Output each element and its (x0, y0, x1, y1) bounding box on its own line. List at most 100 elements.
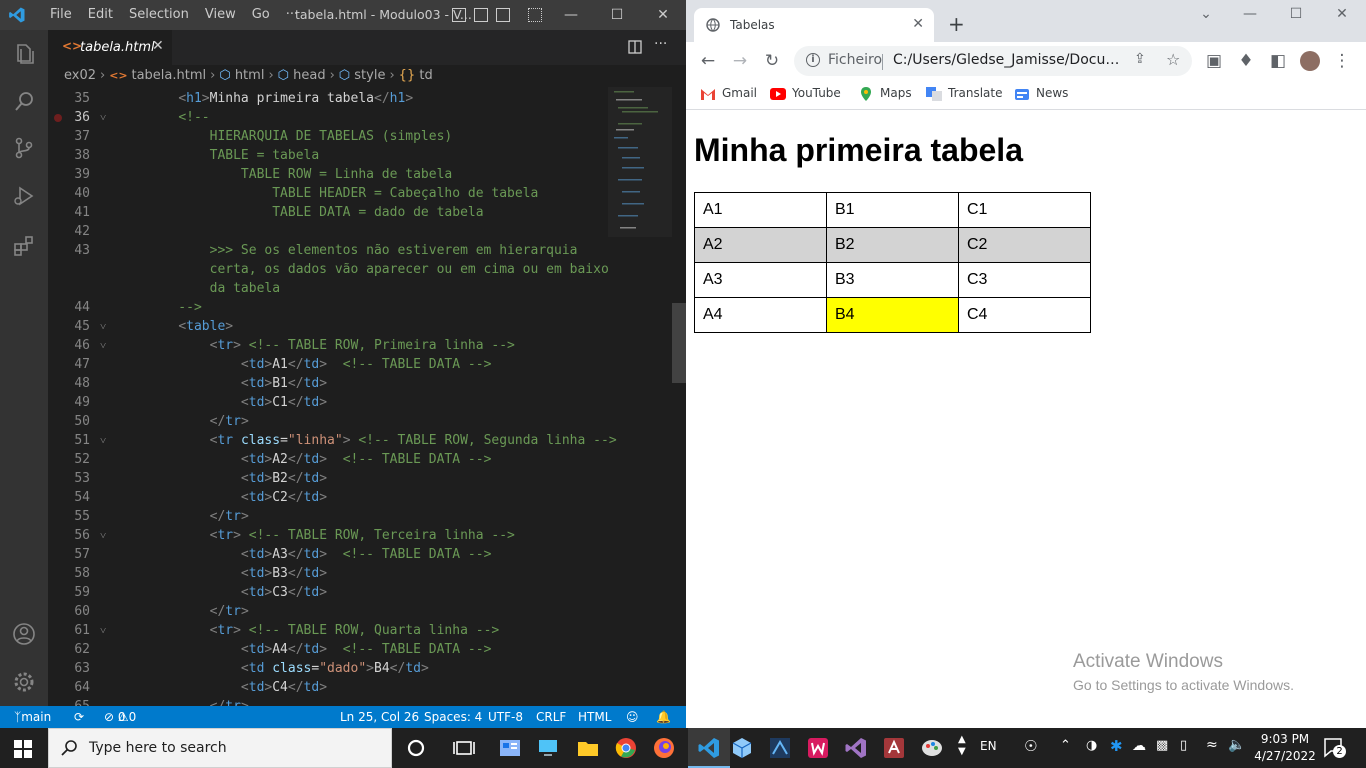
browser-tab[interactable]: Tabelas ✕ (694, 8, 934, 42)
extensions-icon[interactable] (12, 234, 36, 258)
menu-edit[interactable]: Edit (80, 0, 121, 30)
tab-tabela-html[interactable]: <> tabela.html ✕ (48, 30, 172, 65)
code-line[interactable]: 45 ˅ <table> (48, 317, 608, 336)
code-line[interactable]: 44 --> (48, 298, 608, 317)
indentation[interactable]: Spaces: 4 (424, 706, 482, 728)
fold-chevron-icon[interactable]: ˅ (100, 526, 106, 545)
end-of-line[interactable]: CRLF (536, 706, 566, 728)
code-line[interactable]: 37 HIERARQUIA DE TABELAS (simples) (48, 127, 608, 146)
extensions-puzzle-icon[interactable]: ♦ (1236, 51, 1256, 71)
new-tab-icon[interactable]: + (948, 12, 965, 36)
run-debug-icon[interactable] (12, 184, 36, 208)
breadcrumb-file[interactable]: tabela.html (131, 68, 206, 83)
battery-icon[interactable]: ▯ (1180, 738, 1187, 753)
explorer-icon[interactable] (12, 42, 36, 66)
code-line[interactable]: 52 <td>A2</td> <!-- TABLE DATA --> (48, 450, 608, 469)
fold-chevron-icon[interactable]: ˅ (100, 431, 106, 450)
menu-go[interactable]: Go (244, 0, 278, 30)
profile-avatar[interactable] (1300, 51, 1320, 71)
tab-search-chevron-down-icon[interactable]: ⌄ (1186, 6, 1226, 26)
code-line[interactable]: 63 <td class="dado">B4</td> (48, 659, 608, 678)
toggle-sidebar-icon[interactable] (452, 8, 466, 22)
vertical-scrollbar[interactable] (672, 303, 686, 383)
editor-more-actions-icon[interactable]: ··· (654, 36, 667, 52)
windows-start-icon[interactable] (14, 740, 32, 758)
toggle-secondary-sidebar-icon[interactable] (496, 8, 510, 22)
code-line[interactable]: 48 <td>B1</td> (48, 374, 608, 393)
notification-center-icon[interactable]: 2 (1322, 736, 1346, 760)
news-widget-icon[interactable] (498, 736, 522, 760)
code-line[interactable]: 42 (48, 222, 608, 241)
breadcrumb-html[interactable]: html (235, 68, 265, 83)
onedrive-icon[interactable]: ☁ (1132, 738, 1146, 754)
tray-app-icon[interactable]: ◑ (1086, 738, 1097, 753)
code-line[interactable]: 59 <td>C3</td> (48, 583, 608, 602)
tab-close-icon[interactable]: ✕ (152, 38, 164, 54)
notifications-bell-icon[interactable]: 🔔 (656, 706, 671, 728)
code-line[interactable]: 47 <td>A1</td> <!-- TABLE DATA --> (48, 355, 608, 374)
reload-icon[interactable]: ↻ (762, 51, 782, 71)
tray-chevron-up-icon[interactable]: ⌃ (1060, 738, 1071, 753)
maximize-button[interactable]: ☐ (1276, 6, 1316, 26)
forward-arrow-icon[interactable]: → (730, 51, 750, 71)
code-line[interactable]: 61 ˅ <tr> <!-- TABLE ROW, Quarta linha --… (48, 621, 608, 640)
code-line[interactable]: certa, os dados vão aparecer ou em cima … (48, 260, 609, 279)
menu-kebab-icon[interactable]: ⋮ (1332, 51, 1352, 71)
code-line[interactable]: 51 ˅ <tr class="linha"> <!-- TABLE ROW, S… (48, 431, 616, 450)
paint-icon[interactable] (920, 736, 944, 760)
fold-chevron-icon[interactable]: ˅ (100, 621, 106, 640)
firefox-icon[interactable] (652, 736, 676, 760)
cortana-icon[interactable] (404, 736, 428, 760)
bookmark-gmail[interactable]: Gmail (700, 86, 757, 104)
side-panel-icon[interactable]: ◧ (1268, 51, 1288, 71)
url-text[interactable]: C:/Users/Gledse_Jamisse/Documents/... (893, 52, 1125, 68)
menu-file[interactable]: File (42, 0, 80, 30)
address-bar[interactable]: i Ficheiro C:/Users/Gledse_Jamisse/Docum… (794, 46, 1192, 76)
customize-layout-icon[interactable] (528, 8, 542, 22)
chrome-icon[interactable] (614, 736, 638, 760)
language-indicator[interactable]: EN (980, 739, 997, 753)
close-button[interactable]: ✕ (1322, 6, 1362, 26)
minimize-button[interactable]: — (548, 0, 594, 30)
back-arrow-icon[interactable]: ← (698, 51, 718, 71)
volume-icon[interactable]: 🔈 (1228, 737, 1245, 753)
problems-status[interactable]: ⊘ 0 ⚠ 0 (104, 706, 136, 728)
code-editor[interactable]: 35 <h1>Minha primeira tabela</h1> 36 ˅ <!-… (48, 87, 686, 706)
code-line[interactable]: da tabela (48, 279, 608, 298)
wamp-icon[interactable] (806, 736, 830, 760)
code-line[interactable]: 46 ˅ <tr> <!-- TABLE ROW, Primeira linha … (48, 336, 608, 355)
feedback-icon[interactable]: ☺ (626, 706, 639, 728)
vscode-task-active[interactable] (688, 728, 730, 768)
split-editor-icon[interactable] (628, 40, 642, 54)
code-line[interactable]: 40 TABLE HEADER = Cabeçalho de tabela (48, 184, 608, 203)
code-line[interactable]: 39 TABLE ROW = Linha de tabela (48, 165, 608, 184)
cursor-position[interactable]: Ln 25, Col 26 (340, 706, 419, 728)
code-line[interactable]: 35 <h1>Minha primeira tabela</h1> (48, 89, 608, 108)
pc-icon[interactable] (536, 736, 560, 760)
fold-chevron-icon[interactable]: ˅ (100, 108, 106, 127)
clock[interactable]: 9:03 PM 4/27/2022 (1250, 731, 1320, 765)
maximize-button[interactable]: ☐ (594, 0, 640, 30)
menu-selection[interactable]: Selection (121, 0, 197, 30)
breadcrumb-style[interactable]: style (354, 68, 385, 83)
code-line[interactable]: 56 ˅ <tr> <!-- TABLE ROW, Terceira linha … (48, 526, 608, 545)
encoding[interactable]: UTF-8 (488, 706, 523, 728)
sync-icon[interactable]: ⟳ (74, 706, 84, 728)
language-mode[interactable]: HTML (578, 706, 611, 728)
code-line[interactable]: 50 </tr> (48, 412, 608, 431)
bookmark-translate[interactable]: Translate (926, 86, 1003, 104)
code-line[interactable]: 55 </tr> (48, 507, 608, 526)
code-line[interactable]: 49 <td>C1</td> (48, 393, 608, 412)
screenshot-icon[interactable]: ▣ (1204, 51, 1224, 71)
branch-status[interactable]: ᛉ main (14, 706, 51, 728)
bluetooth-icon[interactable]: ✱ (1110, 737, 1123, 755)
fold-chevron-icon[interactable]: ˅ (100, 317, 106, 336)
breadcrumb-head[interactable]: head (293, 68, 325, 83)
file-explorer-icon[interactable] (576, 736, 600, 760)
source-control-icon[interactable] (12, 136, 36, 160)
taskbar-search[interactable]: Type here to search (48, 728, 392, 768)
code-line[interactable]: 54 <td>C2</td> (48, 488, 608, 507)
menu-view[interactable]: View (197, 0, 244, 30)
tab-close-icon[interactable]: ✕ (912, 16, 924, 32)
code-line[interactable]: 58 <td>B3</td> (48, 564, 608, 583)
